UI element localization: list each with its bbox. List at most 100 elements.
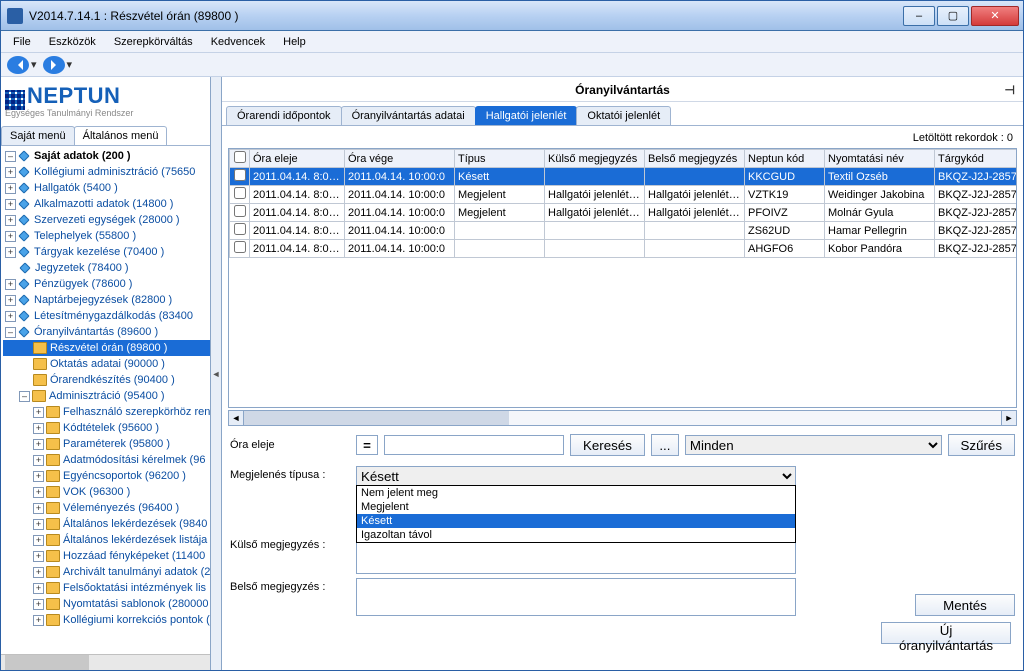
tab-orarendi-idopontok[interactable]: Órarendi időpontok xyxy=(226,106,342,125)
tree-subitem[interactable]: –Adminisztráció (95400 ) xyxy=(3,388,210,404)
minimize-button[interactable]: – xyxy=(903,6,935,26)
tree-subitem[interactable]: +Kódtételek (95600 ) xyxy=(3,420,210,436)
content-tabs: Órarendi időpontok Óranyilvántartás adat… xyxy=(222,102,1023,126)
table-row[interactable]: 2011.04.14. 8:00:002011.04.14. 10:00:0Me… xyxy=(230,186,1018,204)
left-horizontal-scrollbar[interactable] xyxy=(1,654,210,670)
search-button[interactable]: Keresés xyxy=(570,434,645,456)
tree-item[interactable]: –Óranyilvántartás (89600 ) xyxy=(3,324,210,340)
option-igazoltan-tavol[interactable]: Igazoltan távol xyxy=(357,528,795,542)
scroll-left-button[interactable]: ◄ xyxy=(228,410,244,426)
diamond-icon xyxy=(18,150,29,161)
row-checkbox[interactable] xyxy=(234,169,246,181)
nav-back-button[interactable] xyxy=(7,56,29,74)
diamond-icon xyxy=(18,326,29,337)
menu-file[interactable]: File xyxy=(5,34,39,50)
grid-horizontal-scrollbar[interactable]: ◄ ► xyxy=(228,410,1017,426)
tab-oktatoi-jelenet[interactable]: Oktatói jelenlét xyxy=(576,106,671,125)
tab-oranyilvantartas-adatai[interactable]: Óranyilvántartás adatai xyxy=(341,106,476,125)
select-all-checkbox[interactable] xyxy=(234,151,246,163)
col-ora-eleje[interactable]: Óra eleje xyxy=(250,150,345,168)
folder-icon xyxy=(33,358,47,370)
col-kulso-megjegyzes[interactable]: Külső megjegyzés xyxy=(545,150,645,168)
search-operator-button[interactable]: = xyxy=(356,435,378,455)
tree-item[interactable]: +Kollégiumi adminisztráció (75650 xyxy=(3,164,210,180)
col-belso-megjegyzes[interactable]: Belső megjegyzés xyxy=(645,150,745,168)
tree-item[interactable]: Jegyzetek (78400 ) xyxy=(3,260,210,276)
col-neptun-kod[interactable]: Neptun kód xyxy=(745,150,825,168)
tree-subitem[interactable]: +Általános lekérdezések listája xyxy=(3,532,210,548)
tree-subitem[interactable]: +Adatmódosítási kérelmek (96 xyxy=(3,452,210,468)
col-ora-vege[interactable]: Óra vége xyxy=(345,150,455,168)
tree-subitem[interactable]: +Archivált tanulmányi adatok (2 xyxy=(3,564,210,580)
attendance-grid[interactable]: Óra eleje Óra vége Típus Külső megjegyzé… xyxy=(228,148,1017,408)
tree-subitem[interactable]: Órarendkészítés (90400 ) xyxy=(3,372,210,388)
col-checkbox[interactable] xyxy=(230,150,250,168)
app-icon xyxy=(7,8,23,24)
nav-tree[interactable]: – Saját adatok (200 ) +Kollégiumi admini… xyxy=(1,146,210,654)
tab-hallgatoi-jelenet[interactable]: Hallgatói jelenlét xyxy=(475,106,578,125)
folder-icon xyxy=(46,454,60,466)
option-kesett[interactable]: Késett xyxy=(357,514,795,528)
filter-select[interactable]: Minden xyxy=(685,435,942,455)
tree-subitem[interactable]: +Hozzáad fényképeket (11400 xyxy=(3,548,210,564)
nav-forward-button[interactable] xyxy=(43,56,65,74)
nav-forward-dropdown-icon[interactable]: ▾ xyxy=(67,58,73,71)
table-row[interactable]: 2011.04.14. 8:00:002011.04.14. 10:00:0Me… xyxy=(230,204,1018,222)
close-button[interactable]: ✕ xyxy=(971,6,1019,26)
tree-item[interactable]: +Pénzügyek (78600 ) xyxy=(3,276,210,292)
tree-subitem[interactable]: +Egyéncsoportok (96200 ) xyxy=(3,468,210,484)
search-value-input[interactable] xyxy=(384,435,564,455)
scroll-right-button[interactable]: ► xyxy=(1001,410,1017,426)
option-megjelent[interactable]: Megjelent xyxy=(357,500,795,514)
tree-item[interactable]: +Szervezeti egységek (28000 ) xyxy=(3,212,210,228)
tree-root[interactable]: – Saját adatok (200 ) xyxy=(3,148,210,164)
appearance-type-select[interactable]: Késett xyxy=(356,466,796,486)
menu-eszkozok[interactable]: Eszközök xyxy=(41,34,104,50)
row-checkbox[interactable] xyxy=(234,187,246,199)
col-nyomtatasi-nev[interactable]: Nyomtatási név xyxy=(825,150,935,168)
tab-sajat-menu[interactable]: Saját menü xyxy=(1,126,75,145)
tree-subitem[interactable]: Részvétel órán (89800 ) xyxy=(3,340,210,356)
tree-item[interactable]: +Létesítménygazdálkodás (83400 xyxy=(3,308,210,324)
save-button[interactable]: Mentés xyxy=(915,594,1015,616)
tree-subitem[interactable]: +Paraméterek (95800 ) xyxy=(3,436,210,452)
internal-note-textarea[interactable] xyxy=(356,578,796,616)
nav-back-dropdown-icon[interactable]: ▾ xyxy=(31,58,37,71)
menu-kedvencek[interactable]: Kedvencek xyxy=(203,34,273,50)
splitter[interactable]: ◄ xyxy=(211,77,221,670)
table-row[interactable]: 2011.04.14. 8:00:002011.04.14. 10:00:0ZS… xyxy=(230,222,1018,240)
diamond-icon xyxy=(18,182,29,193)
tree-subitem[interactable]: Oktatás adatai (90000 ) xyxy=(3,356,210,372)
col-targykod[interactable]: Tárgykód xyxy=(935,150,1018,168)
tree-item[interactable]: +Naptárbejegyzések (82800 ) xyxy=(3,292,210,308)
table-row[interactable]: 2011.04.14. 8:00:002011.04.14. 10:00:0AH… xyxy=(230,240,1018,258)
table-row[interactable]: 2011.04.14. 8:00:002011.04.14. 10:00:0Ké… xyxy=(230,168,1018,186)
new-attendance-button[interactable]: Új óranyilvántartás xyxy=(881,622,1011,644)
tree-subitem[interactable]: +Felhasználó szerepkörhöz ren xyxy=(3,404,210,420)
row-checkbox[interactable] xyxy=(234,241,246,253)
menu-szerepkor[interactable]: Szerepkörváltás xyxy=(106,34,201,50)
tree-item[interactable]: +Alkalmazotti adatok (14800 ) xyxy=(3,196,210,212)
tree-subitem[interactable]: +Kollégiumi korrekciós pontok ( xyxy=(3,612,210,628)
tree-subitem[interactable]: +Általános lekérdezések (9840 xyxy=(3,516,210,532)
tree-item[interactable]: +Hallgatók (5400 ) xyxy=(3,180,210,196)
filter-button[interactable]: Szűrés xyxy=(948,434,1015,456)
grid-header-row: Óra eleje Óra vége Típus Külső megjegyzé… xyxy=(230,150,1018,168)
tree-subitem[interactable]: +Felsőoktatási intézmények lis xyxy=(3,580,210,596)
tree-item[interactable]: +Tárgyak kezelése (70400 ) xyxy=(3,244,210,260)
tab-altalanos-menu[interactable]: Általános menü xyxy=(74,126,168,145)
row-checkbox[interactable] xyxy=(234,205,246,217)
app-window: V2014.7.14.1 : Részvétel órán (89800 ) –… xyxy=(0,0,1024,671)
menu-help[interactable]: Help xyxy=(275,34,314,50)
tree-subitem[interactable]: +Véleményezés (96400 ) xyxy=(3,500,210,516)
tree-item[interactable]: +Telephelyek (55800 ) xyxy=(3,228,210,244)
maximize-button[interactable]: ▢ xyxy=(937,6,969,26)
option-nem-jelent-meg[interactable]: Nem jelent meg xyxy=(357,486,795,500)
tree-subitem[interactable]: +VOK (96300 ) xyxy=(3,484,210,500)
tree-subitem[interactable]: +Nyomtatási sablonok (280000 xyxy=(3,596,210,612)
pin-icon[interactable]: ⊣ xyxy=(1005,83,1015,97)
nav-toolbar: ▾ ▾ xyxy=(1,53,1023,77)
row-checkbox[interactable] xyxy=(234,223,246,235)
col-tipus[interactable]: Típus xyxy=(455,150,545,168)
search-more-button[interactable]: ... xyxy=(651,434,679,456)
